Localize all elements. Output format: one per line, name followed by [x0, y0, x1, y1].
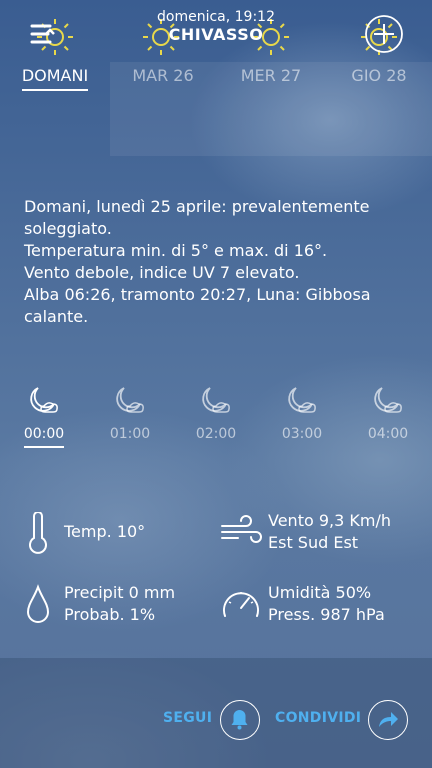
- description-line: Temperatura min. di 5° e max. di 16°.: [24, 241, 328, 260]
- precipitation-info: Precipit 0 mm Probab. 1%: [64, 582, 175, 626]
- add-location-icon: [365, 15, 403, 53]
- hour-item[interactable]: 03:00: [272, 382, 332, 446]
- tab-domani[interactable]: DOMANI: [0, 62, 110, 156]
- moon-clear-icon: [116, 387, 144, 413]
- hour-label: 00:00: [23, 426, 65, 448]
- description-line: Vento debole, indice UV 7 elevato.: [24, 263, 300, 282]
- hour-item[interactable]: 00:00: [14, 382, 74, 448]
- add-location-button[interactable]: [362, 12, 406, 56]
- description-line: Alba 06:26, tramonto 20:27, Luna: Gibbos…: [24, 285, 371, 326]
- wind-info: Vento 9,3 Km/h Est Sud Est: [268, 510, 391, 554]
- follow-button[interactable]: [220, 700, 260, 740]
- moon-clear-icon: [288, 387, 316, 413]
- tab-label: GIO 28: [351, 66, 407, 85]
- description-line: Domani, lunedì 25 aprile: prevalentement…: [24, 197, 370, 238]
- gauge-icon: [220, 584, 262, 626]
- footer-bar: SEGUI CONDIVIDI: [0, 658, 432, 768]
- tab-mer-27[interactable]: MER 27: [216, 62, 326, 156]
- humidity-pressure-info: Umidità 50% Press. 987 hPa: [268, 582, 385, 626]
- thermometer-icon: [24, 511, 52, 558]
- hour-label: 01:00: [109, 426, 151, 442]
- hour-label: 02:00: [195, 426, 237, 442]
- day-tabs: DOMANI MAR 26 MER 27 GIO 28: [0, 62, 432, 156]
- moon-clear-icon: [374, 387, 402, 413]
- share-arrow-icon: [379, 712, 398, 727]
- share-button[interactable]: [368, 700, 408, 740]
- precipitation-probability: Probab. 1%: [64, 605, 156, 624]
- wind-direction: Est Sud Est: [268, 533, 359, 552]
- temperature-value: Temp. 10°: [64, 522, 146, 541]
- drop-icon: [24, 584, 52, 628]
- wind-icon: [220, 514, 266, 552]
- hour-label: 03:00: [281, 426, 323, 442]
- tab-label: DOMANI: [21, 66, 89, 91]
- tab-label: MAR 26: [132, 66, 194, 85]
- hour-item[interactable]: 01:00: [100, 382, 160, 446]
- hour-item[interactable]: 04:00: [358, 382, 418, 446]
- follow-label[interactable]: SEGUI: [163, 710, 212, 726]
- pressure-value: Press. 987 hPa: [268, 605, 385, 624]
- hour-label: 04:00: [367, 426, 409, 442]
- forecast-description: Domani, lunedì 25 aprile: prevalentement…: [24, 196, 414, 328]
- precipitation-value: Precipit 0 mm: [64, 583, 176, 602]
- hour-item[interactable]: 02:00: [186, 382, 246, 446]
- humidity-value: Umidità 50%: [268, 583, 372, 602]
- bell-icon: [231, 710, 248, 730]
- wind-speed: Vento 9,3 Km/h: [268, 511, 391, 530]
- tab-gio-28[interactable]: GIO 28: [326, 62, 432, 156]
- tab-label: MER 27: [240, 66, 302, 85]
- tab-mar-26[interactable]: MAR 26: [110, 62, 216, 156]
- moon-clear-icon: [30, 387, 58, 413]
- share-label[interactable]: CONDIVIDI: [275, 710, 361, 726]
- moon-clear-icon: [202, 387, 230, 413]
